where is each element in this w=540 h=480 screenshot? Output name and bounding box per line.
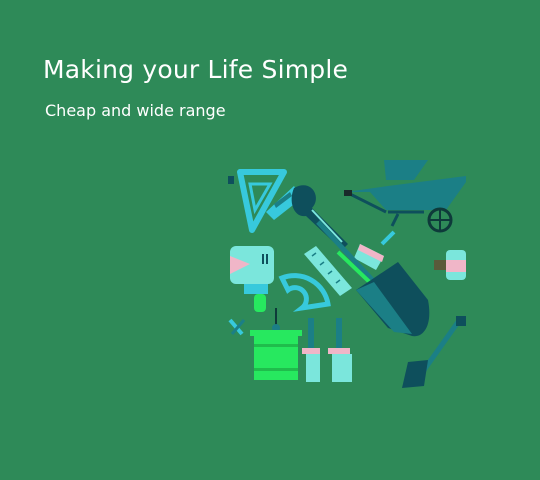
wheelbarrow-icon xyxy=(344,160,466,233)
tube-icon xyxy=(434,250,466,280)
paint-bucket-icon xyxy=(250,308,302,380)
paintbrush-icon xyxy=(302,318,352,382)
tools-illustration xyxy=(228,160,466,388)
hero-subtitle: Cheap and wide range xyxy=(45,101,226,120)
hero-title: Making your Life Simple xyxy=(43,55,349,84)
set-square-icon xyxy=(228,169,287,233)
trowel-icon xyxy=(228,318,246,336)
drill-icon xyxy=(230,246,274,312)
hero-banner: Making your Life Simple Cheap and wide r… xyxy=(0,0,540,480)
protractor-icon xyxy=(278,273,331,312)
